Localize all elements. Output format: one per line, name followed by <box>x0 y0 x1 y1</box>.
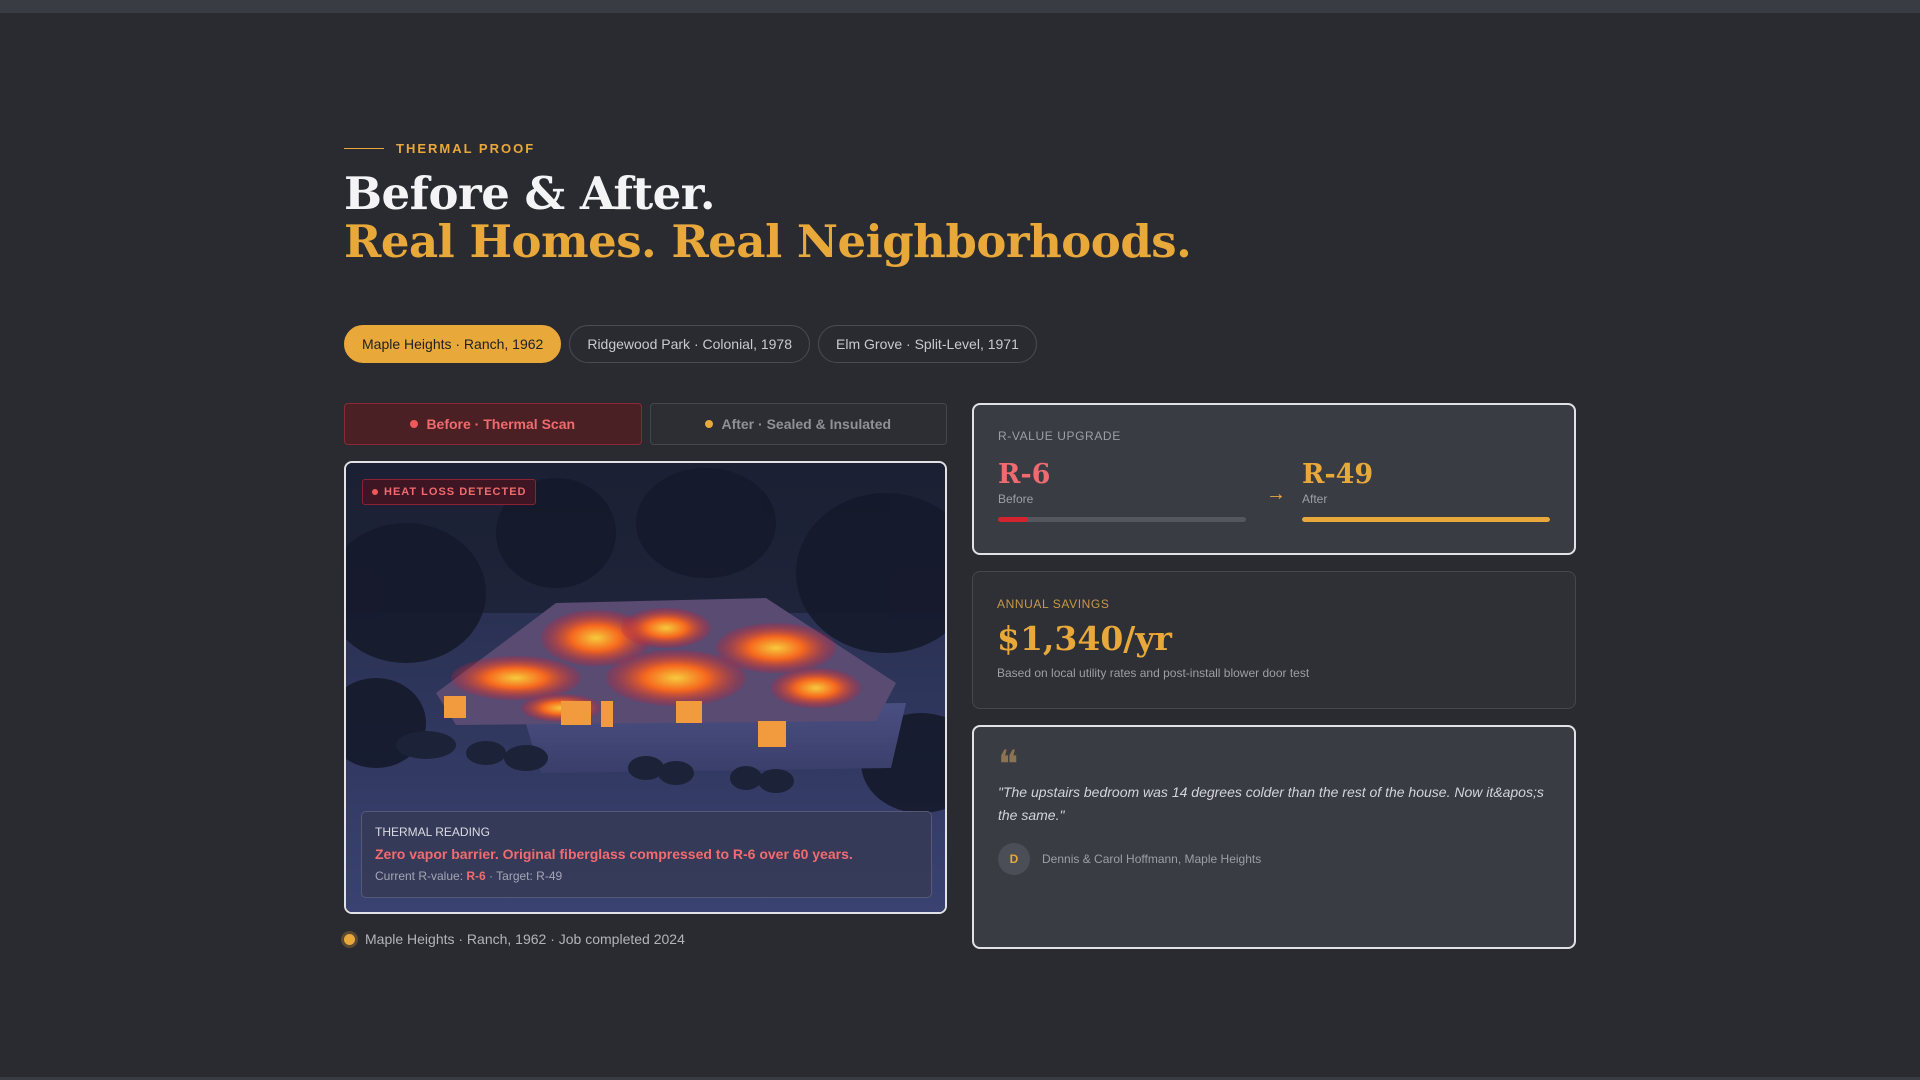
heat-loss-badge: HEAT LOSS DETECTED <box>362 479 537 505</box>
scan-caption-text: Maple Heights · Ranch, 1962 · Job comple… <box>365 931 685 947</box>
title-line-2: Real Homes. Real Neighborhoods. <box>344 215 1192 268</box>
eyebrow-divider <box>344 148 384 149</box>
title-line-1: Before & After. <box>344 167 715 220</box>
thermal-reading-label: THERMAL READING <box>375 825 490 839</box>
r-value-after-value: R-49 <box>1302 459 1374 490</box>
neighborhood-pill-elm-grove[interactable]: Elm Grove · Split-Level, 1971 <box>818 325 1037 363</box>
quote-icon: ❝ <box>998 742 1019 786</box>
before-status-dot-icon <box>410 420 419 428</box>
before-after-toggle: Before · Thermal Scan After · Sealed & I… <box>344 403 947 445</box>
annual-savings-note: Based on local utility rates and post-in… <box>997 666 1310 680</box>
r-value-after-bar <box>1302 517 1550 522</box>
testimonial-quote: "The upstairs bedroom was 14 degrees col… <box>998 784 1544 823</box>
neighborhood-filter: Maple Heights · Ranch, 1962 Ridgewood Pa… <box>344 325 1037 363</box>
r-value-label: R-VALUE UPGRADE <box>998 429 1121 443</box>
arrow-right-icon: → <box>1266 483 1286 505</box>
scan-caption: Maple Heights · Ranch, 1962 · Job comple… <box>344 931 685 947</box>
testimonial-author-name: Dennis & Carol Hoffmann, Maple Heights <box>1042 852 1262 866</box>
page-title: Before & After. Real Homes. Real Neighbo… <box>344 167 1192 268</box>
r-value-before-label: Before <box>998 492 1034 506</box>
annual-savings-amount: $1,340/yr <box>997 619 1172 658</box>
annual-savings-label: ANNUAL SAVINGS <box>997 597 1110 611</box>
r-value-before-fill <box>998 517 1028 522</box>
annual-savings-card: ANNUAL SAVINGS $1,340/yr Based on local … <box>972 571 1576 709</box>
r-value-before: R-6 Before <box>998 459 1246 522</box>
neighborhood-pill-maple-heights[interactable]: Maple Heights · Ranch, 1962 <box>344 325 562 363</box>
r-value-before-bar <box>998 517 1246 522</box>
current-r-value-prefix: Current R-value: <box>375 869 467 883</box>
after-tab-label: After · Sealed & Insulated <box>721 416 892 432</box>
alert-dot-icon <box>372 489 378 495</box>
section-eyebrow: THERMAL PROOF <box>344 141 535 156</box>
eyebrow-text: THERMAL PROOF <box>396 141 536 156</box>
avatar: D <box>998 843 1030 875</box>
thermal-reading-meta: Current R-value: R-6 · Target: R-49 <box>375 869 918 883</box>
r-value-card: R-VALUE UPGRADE R-6 Before → R-49 After <box>972 403 1576 555</box>
top-bar <box>0 0 1920 13</box>
heat-loss-badge-label: HEAT LOSS DETECTED <box>384 486 527 498</box>
r-value-after: R-49 After <box>1302 459 1550 522</box>
current-r-value: R-6 <box>466 869 486 883</box>
r-value-before-value: R-6 <box>998 459 1051 490</box>
before-tab[interactable]: Before · Thermal Scan <box>344 403 642 445</box>
target-r-value-text: · Target: R-49 <box>485 869 563 883</box>
r-value-comparison: R-6 Before → R-49 After <box>998 459 1550 529</box>
before-tab-label: Before · Thermal Scan <box>426 416 576 432</box>
thermal-scan-panel: HEAT LOSS DETECTED THERMAL READING Zero … <box>344 461 947 914</box>
neighborhood-pill-ridgewood-park[interactable]: Ridgewood Park · Colonial, 1978 <box>569 325 811 363</box>
after-status-dot-icon <box>705 420 714 428</box>
location-dot-icon <box>344 933 355 945</box>
testimonial-author: D Dennis & Carol Hoffmann, Maple Heights <box>998 843 1550 875</box>
thermal-reading-overlay: THERMAL READING Zero vapor barrier. Orig… <box>361 811 932 898</box>
thermal-reading-headline: Zero vapor barrier. Original fiberglass … <box>375 846 853 862</box>
r-value-after-fill <box>1302 517 1550 522</box>
after-tab[interactable]: After · Sealed & Insulated <box>649 403 947 445</box>
testimonial-card: ❝ "The upstairs bedroom was 14 degrees c… <box>972 725 1576 949</box>
r-value-after-label: After <box>1302 492 1328 506</box>
